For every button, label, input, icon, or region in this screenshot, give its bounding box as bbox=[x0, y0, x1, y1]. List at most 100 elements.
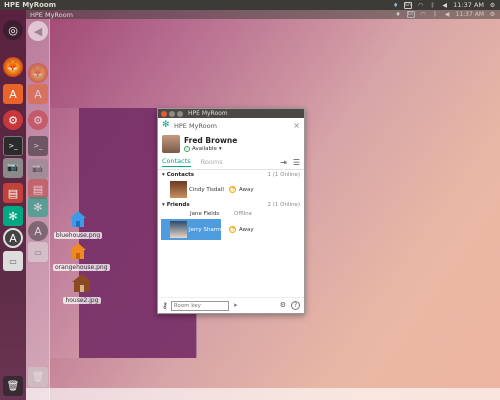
tab-rooms[interactable]: Rooms bbox=[201, 158, 223, 167]
maximize-window-button[interactable] bbox=[177, 110, 183, 117]
send-icon[interactable]: ➤ bbox=[233, 302, 238, 309]
updater-icon: A bbox=[28, 221, 48, 241]
desktop-icon-label: bluehouse.png bbox=[53, 232, 103, 239]
avatar bbox=[170, 221, 187, 238]
keyboard-icon: En bbox=[406, 11, 415, 18]
profile: Fred Browne ✓ Available ▾ bbox=[158, 133, 304, 155]
contact-name: Jane Fields bbox=[190, 211, 220, 217]
software-center-icon: A bbox=[28, 84, 48, 104]
back-icon: ◀ bbox=[28, 21, 48, 41]
add-contact-icon[interactable]: ⇥ bbox=[280, 158, 287, 167]
files-icon: ▤ bbox=[28, 179, 48, 199]
launcher: ◎ 🦊 A ⚙ >_ 📷 ▤ ✻ A ▭ 🗑 bbox=[0, 10, 26, 400]
gear-icon[interactable]: ⚙ bbox=[489, 2, 496, 9]
drive-icon[interactable]: ▭ bbox=[3, 251, 23, 271]
available-check-icon: ✓ bbox=[184, 146, 190, 152]
firefox-icon[interactable]: 🦊 bbox=[3, 57, 23, 77]
top-panel: HPE MyRoom ♦ En ◠ ᛒ ◀ 11:37 AM ⚙ bbox=[0, 0, 500, 10]
avatar[interactable] bbox=[162, 135, 180, 153]
status-label: Available bbox=[192, 146, 217, 152]
window-title: HPE MyRoom bbox=[188, 110, 228, 117]
keys-icon: ⚷ bbox=[162, 301, 168, 310]
bluetooth-icon: ᛒ bbox=[433, 11, 437, 18]
contact-status: Offline bbox=[234, 211, 253, 217]
app-title-ghost: HPE MyRoom bbox=[30, 10, 73, 19]
close-icon[interactable]: × bbox=[293, 121, 300, 130]
hp-icon[interactable]: ♦ bbox=[392, 2, 399, 9]
house-icon bbox=[70, 211, 86, 227]
room-key-input[interactable] bbox=[170, 300, 229, 311]
contact-name: Cindy Tisdall bbox=[189, 186, 224, 193]
house-icon bbox=[70, 243, 86, 259]
desktop-icon-bluehouse[interactable]: bluehouse.png bbox=[53, 210, 103, 239]
ubuntu-icon[interactable]: ◎ bbox=[3, 20, 23, 40]
trash-icon[interactable]: 🗑 bbox=[3, 376, 23, 396]
launcher-ghost: ◀ 🦊 A ⚙ >_ 📷 ▤ ✻ A ▭ 🗑 bbox=[26, 19, 50, 400]
hpe-logo-icon: ✻ bbox=[162, 120, 170, 130]
group-header[interactable]: ▾ Contacts 1 (1 Online) bbox=[158, 170, 304, 179]
wifi-icon: ◠ bbox=[420, 11, 426, 18]
settings-icon: ⚙ bbox=[28, 110, 48, 130]
terminal-icon[interactable]: >_ bbox=[3, 136, 23, 156]
volume-icon: ◀ bbox=[444, 11, 450, 18]
hp-icon: ♦ bbox=[395, 11, 401, 18]
updater-icon[interactable]: A bbox=[3, 228, 23, 248]
firefox-icon: 🦊 bbox=[28, 63, 48, 83]
desktop-icon-label: orangehouse.png bbox=[53, 264, 110, 271]
volume-icon[interactable]: ◀ bbox=[441, 2, 448, 9]
group-name: Friends bbox=[166, 202, 190, 208]
avatar bbox=[170, 181, 187, 198]
trash-icon: 🗑 bbox=[28, 367, 48, 387]
terminal-icon: >_ bbox=[28, 136, 48, 156]
desktop-icon-label: house2.jpg bbox=[63, 297, 101, 304]
contact-row[interactable]: Jerry Sharma ◔ Away bbox=[158, 219, 304, 240]
tab-contacts[interactable]: Contacts bbox=[162, 157, 191, 167]
away-icon: ◔ bbox=[229, 186, 236, 193]
group-count: 1 (1 Online) bbox=[267, 172, 300, 178]
header-title: HPE MyRoom bbox=[174, 121, 217, 130]
top-panel-ghost: HPE MyRoom ♦ En ◠ ᛒ ◀ 11:37 AM ⚙ bbox=[26, 10, 500, 19]
chevron-down-icon[interactable]: ▾ bbox=[162, 202, 165, 208]
tab-bar: Contacts Rooms ⇥ ☰ bbox=[158, 155, 304, 170]
help-icon[interactable]: ? bbox=[291, 301, 300, 310]
hpe-myroom-icon[interactable]: ✻ bbox=[3, 206, 23, 226]
contact-name: Jerry Sharma bbox=[189, 226, 225, 233]
camera-icon: 📷 bbox=[28, 159, 48, 179]
profile-name: Fred Browne bbox=[184, 136, 238, 145]
contact-row[interactable]: Cindy Tisdall ◔ Away bbox=[158, 179, 304, 200]
contact-status: Away bbox=[239, 186, 254, 193]
window-titlebar[interactable]: HPE MyRoom bbox=[158, 109, 304, 118]
gear-icon: ⚙ bbox=[489, 11, 496, 18]
group-name: Contacts bbox=[166, 172, 194, 178]
away-icon: ◔ bbox=[229, 226, 236, 233]
app-title: HPE MyRoom bbox=[4, 1, 57, 9]
group-header[interactable]: ▾ Friends 2 (1 Online) bbox=[158, 200, 304, 209]
status-selector[interactable]: ✓ Available ▾ bbox=[184, 146, 237, 152]
menu-icon[interactable]: ☰ bbox=[293, 158, 300, 167]
myroom-window: HPE MyRoom ✻ HPE MyRoom × Fred Browne ✓ … bbox=[157, 108, 305, 314]
desktop-icon-house2[interactable]: house2.jpg bbox=[57, 273, 107, 304]
settings-icon[interactable]: ⚙ bbox=[3, 110, 23, 130]
bluetooth-icon[interactable]: ᛒ bbox=[429, 2, 436, 9]
chevron-down-icon[interactable]: ▾ bbox=[219, 146, 222, 152]
close-window-button[interactable] bbox=[161, 110, 167, 117]
drive-icon: ▭ bbox=[28, 242, 48, 262]
clock[interactable]: 11:37 AM bbox=[453, 1, 484, 9]
desktop-icon-orangehouse[interactable]: orangehouse.png bbox=[53, 242, 110, 271]
software-center-icon[interactable]: A bbox=[3, 84, 23, 104]
hpe-myroom-icon: ✻ bbox=[28, 197, 48, 217]
camera-icon[interactable]: 📷 bbox=[3, 158, 23, 178]
keyboard-icon[interactable]: En bbox=[404, 1, 413, 9]
clock: 11:37 AM bbox=[455, 11, 484, 18]
gear-icon[interactable]: ⚙ bbox=[280, 301, 286, 310]
minimize-window-button[interactable] bbox=[169, 110, 175, 117]
house-icon bbox=[72, 274, 92, 292]
wifi-icon[interactable]: ◠ bbox=[417, 2, 424, 9]
contact-row[interactable]: Jane Fields Offline bbox=[158, 209, 304, 219]
bottom-strip bbox=[26, 388, 500, 400]
contact-status: Away bbox=[239, 226, 254, 233]
room-key-bar: ⚷ ➤ ⚙ ? bbox=[158, 297, 304, 313]
chevron-down-icon[interactable]: ▾ bbox=[162, 172, 165, 178]
group-count: 2 (1 Online) bbox=[267, 202, 300, 208]
files-icon[interactable]: ▤ bbox=[3, 183, 23, 203]
